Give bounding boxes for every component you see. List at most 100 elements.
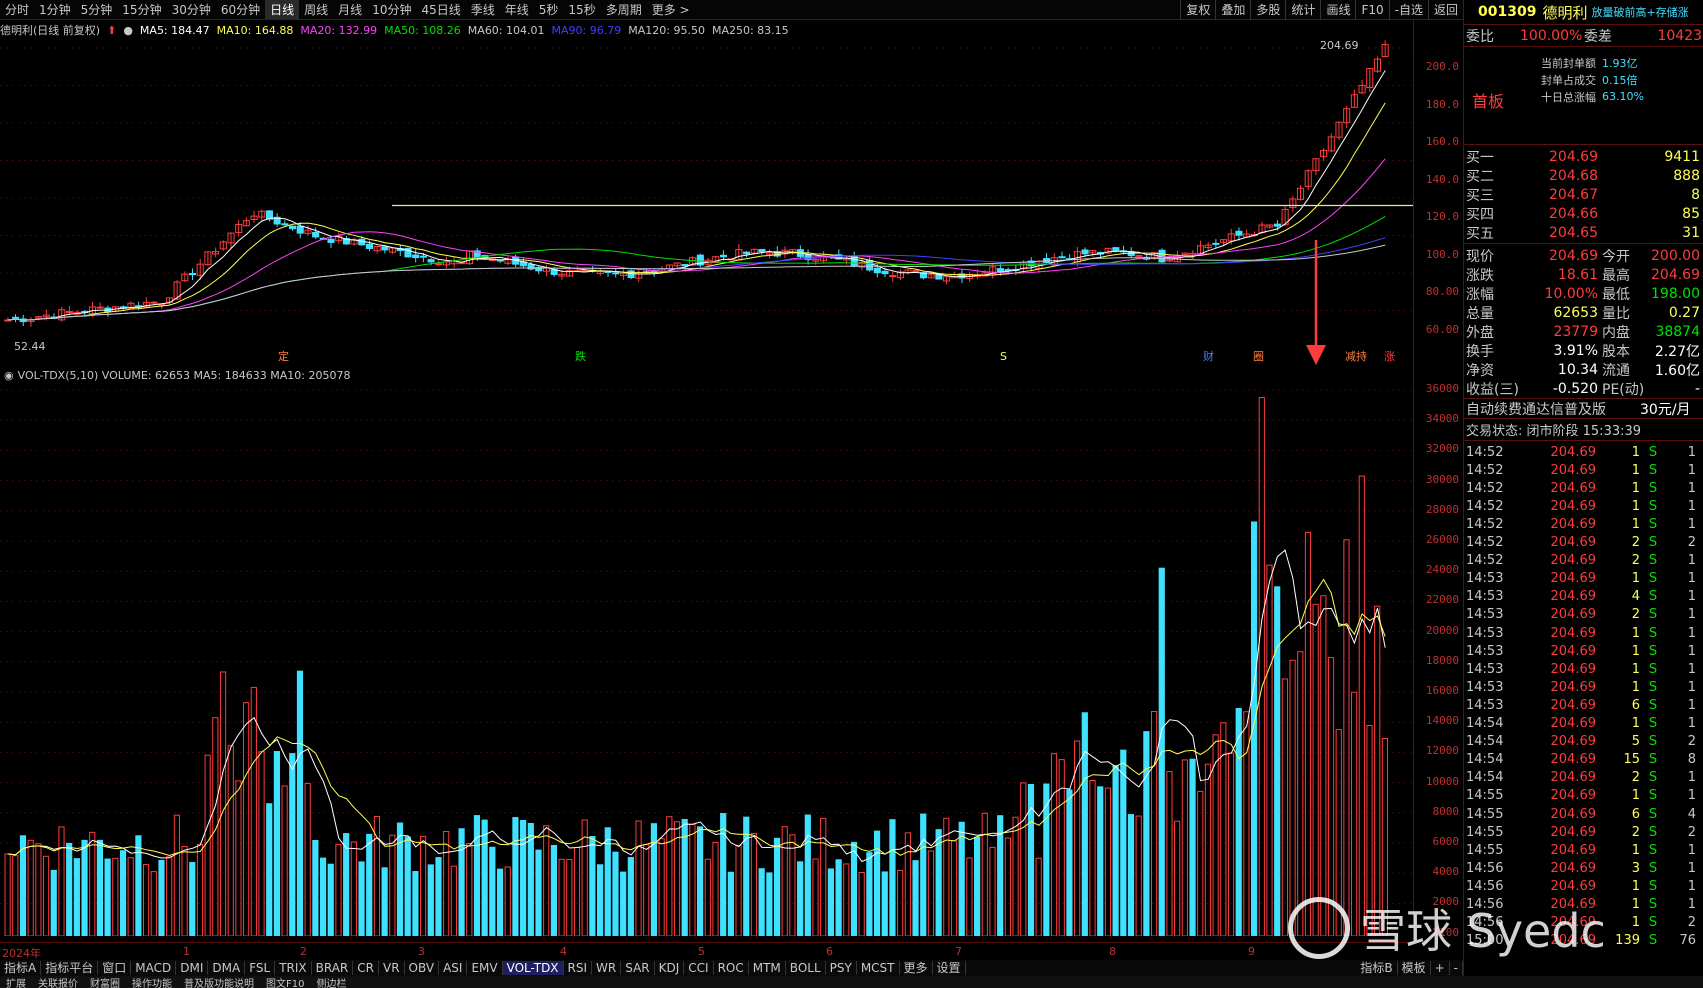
- indicator-tab[interactable]: VR: [379, 961, 405, 975]
- indicator-tab[interactable]: VOL-TDX: [502, 961, 564, 975]
- indicator-tab[interactable]: MCST: [857, 961, 900, 975]
- indicator-tab[interactable]: CCI: [684, 961, 714, 975]
- period-tab[interactable]: 15分钟: [117, 0, 166, 19]
- volume-bar: [1081, 712, 1088, 936]
- indicator-tab-right[interactable]: 指标B: [1356, 961, 1398, 975]
- tick-count: 2: [1687, 535, 1696, 550]
- candle-body: [96, 306, 104, 309]
- tick-qty: 1: [1631, 625, 1640, 641]
- toolbar-button[interactable]: F10: [1355, 0, 1388, 20]
- period-tab[interactable]: 分时: [0, 0, 34, 19]
- indicator-tab[interactable]: SAR: [621, 961, 655, 975]
- period-tab[interactable]: 60分钟: [216, 0, 265, 19]
- indicator-tab[interactable]: DMA: [208, 961, 246, 975]
- toolbar-button[interactable]: 返回: [1427, 0, 1463, 20]
- collapse-icon[interactable]: ◉: [4, 369, 14, 382]
- volume-chart[interactable]: [0, 384, 1413, 936]
- volume-bar: [420, 835, 427, 936]
- period-tab[interactable]: 45日线: [416, 0, 465, 19]
- toolbar-button[interactable]: 多股: [1250, 0, 1285, 20]
- quote-value: 18.61: [1557, 266, 1598, 283]
- toolbar-button[interactable]: 复权: [1180, 0, 1215, 20]
- period-tab[interactable]: 日线: [265, 0, 300, 19]
- bottom-bar-item[interactable]: 扩展: [0, 976, 32, 988]
- indicator-tab[interactable]: EMV: [467, 961, 503, 975]
- indicator-tab[interactable]: RSI: [564, 961, 593, 975]
- bottom-bar-item[interactable]: 关联报价: [32, 976, 84, 988]
- price-chart[interactable]: 204.69 52.44 定 跌 S 财 圈 减持 涨: [0, 40, 1413, 365]
- indicator-tab[interactable]: ROC: [714, 961, 749, 975]
- volume-bar: [512, 817, 519, 936]
- period-tab[interactable]: 5分钟: [76, 0, 118, 19]
- indicator-tab[interactable]: OBV: [405, 961, 440, 975]
- volume-bar: [1166, 771, 1173, 936]
- period-tab[interactable]: 5秒: [534, 0, 564, 19]
- period-tab[interactable]: 季线: [466, 0, 500, 19]
- indicator-tab[interactable]: BRAR: [312, 961, 354, 975]
- tick-side: S: [1648, 806, 1658, 822]
- indicator-tab[interactable]: MTM: [749, 961, 786, 975]
- promo-text[interactable]: 自动续费通达信普及版: [1464, 399, 1640, 419]
- toolbar-button[interactable]: -自选: [1388, 0, 1428, 20]
- volume-bar: [1374, 605, 1381, 936]
- volume-bar: [112, 857, 119, 936]
- period-tab[interactable]: 周线: [299, 0, 333, 19]
- tick-price: 204.69: [1550, 860, 1597, 876]
- tick-price: 204.69: [1550, 679, 1597, 695]
- candle-body: [150, 301, 158, 304]
- indicator-tab[interactable]: 更多: [900, 961, 933, 975]
- quote-row: 外盘 23779 内盘 38874: [1464, 322, 1703, 341]
- toolbar-button[interactable]: 画线: [1320, 0, 1355, 20]
- period-tab[interactable]: 10分钟: [367, 0, 416, 19]
- indicator-tab[interactable]: ASI: [439, 961, 468, 975]
- settings-icon[interactable]: ●: [123, 24, 133, 37]
- watermark-text: 雪球 Syedc: [1360, 904, 1606, 958]
- tick-side: S: [1648, 897, 1658, 912]
- indicator-tab[interactable]: PSY: [826, 961, 857, 975]
- promo-price[interactable]: 30元/月: [1640, 399, 1700, 419]
- period-tab[interactable]: 30分钟: [167, 0, 216, 19]
- tick-count: 1: [1687, 697, 1696, 713]
- indicator-tab[interactable]: 设置: [933, 961, 966, 975]
- indicator-tab[interactable]: MACD: [131, 961, 177, 975]
- tick-row: 14:55 204.69 6 S 4: [1464, 805, 1703, 823]
- indicator-tab[interactable]: TRIX: [275, 961, 312, 975]
- indicator-tab[interactable]: FSL: [245, 961, 276, 975]
- tick-count: 1: [1687, 716, 1696, 731]
- bottom-bar-item[interactable]: 财富圈: [84, 976, 126, 988]
- indicator-tab-right[interactable]: -: [1450, 961, 1463, 975]
- indicator-tab[interactable]: WR: [592, 961, 622, 975]
- candle-body: [742, 251, 751, 255]
- indicator-tab[interactable]: 指标A: [0, 961, 42, 975]
- bottom-bar-item[interactable]: 操作功能: [126, 976, 178, 988]
- indicator-tab[interactable]: 窗口: [98, 961, 132, 975]
- period-tab[interactable]: 月线: [333, 0, 367, 19]
- volume-bar: [789, 834, 796, 936]
- tick-count: 1: [1687, 661, 1696, 677]
- period-tab[interactable]: 更多 >: [647, 0, 695, 19]
- tick-row: 14:55 204.69 2 S 2: [1464, 823, 1703, 841]
- indicator-tab[interactable]: 指标平台: [41, 961, 99, 975]
- period-tab[interactable]: 年线: [500, 0, 534, 19]
- toolbar-button[interactable]: 统计: [1285, 0, 1320, 20]
- indicator-tab[interactable]: BOLL: [786, 961, 826, 975]
- volume-bar: [596, 864, 604, 936]
- tick-side: S: [1648, 788, 1658, 804]
- indicator-tab[interactable]: DMI: [176, 961, 209, 975]
- bottom-bar-item[interactable]: 普及版功能说明: [178, 976, 260, 988]
- bid-label: 买三: [1466, 187, 1494, 204]
- period-tab[interactable]: 1分钟: [34, 0, 76, 19]
- toolbar-button[interactable]: 叠加: [1215, 0, 1250, 20]
- bottom-bar-item[interactable]: 侧边栏: [310, 976, 352, 988]
- volume-bar: [435, 857, 442, 936]
- volume-bar: [704, 858, 711, 936]
- indicator-tab[interactable]: KDJ: [655, 961, 685, 975]
- quote-value: 3.91%: [1553, 342, 1598, 359]
- bottom-bar-item[interactable]: 图文F10: [260, 976, 310, 988]
- indicator-tab[interactable]: CR: [353, 961, 379, 975]
- period-tab[interactable]: 15秒: [563, 0, 600, 19]
- period-tab[interactable]: 多周期: [601, 0, 647, 19]
- indicator-tab-right[interactable]: +: [1431, 961, 1450, 975]
- tick-time: 14:56: [1466, 878, 1504, 894]
- indicator-tab-right[interactable]: 模板: [1398, 961, 1431, 975]
